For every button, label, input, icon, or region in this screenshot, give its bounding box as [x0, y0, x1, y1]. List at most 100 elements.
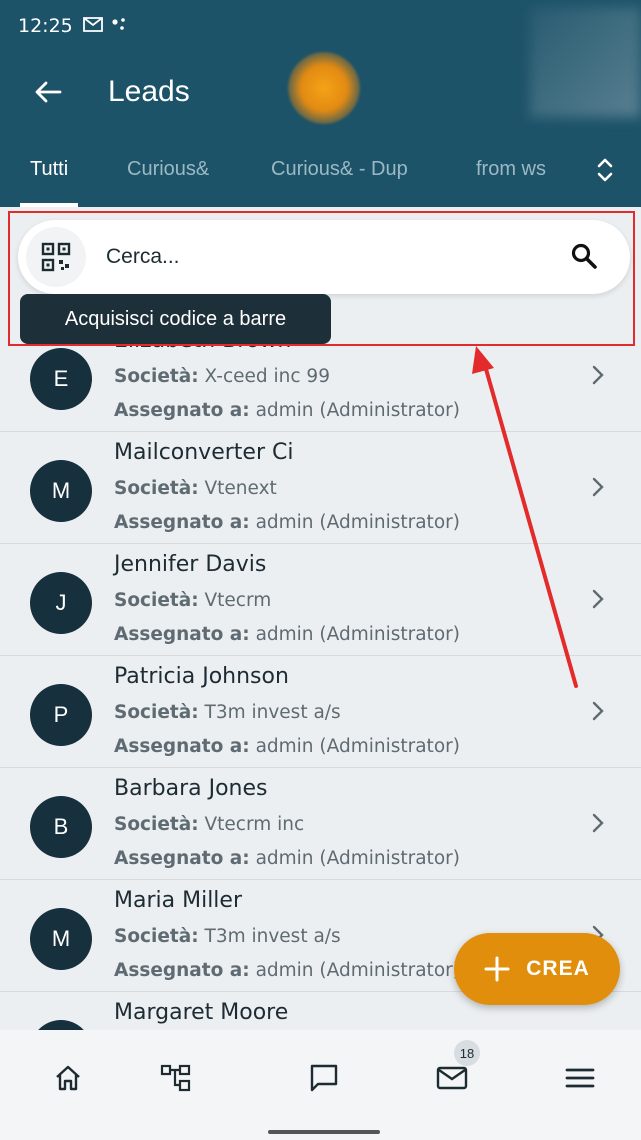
- app-bar: Leads: [0, 7, 641, 132]
- lead-name: Margaret Moore: [114, 1000, 289, 1025]
- tab-label: from ws: [476, 158, 546, 180]
- nav-menu[interactable]: [552, 1050, 608, 1106]
- nav-modules[interactable]: [148, 1050, 204, 1106]
- assigned-label: Assegnato a:: [114, 400, 250, 421]
- lead-assigned: Assegnato a: admin (Administrator): [114, 624, 460, 645]
- home-icon: [56, 1065, 80, 1091]
- company-value: T3m invest a/s: [204, 926, 341, 947]
- avatar: M: [30, 908, 92, 970]
- plus-icon: [484, 956, 510, 982]
- avatar: E: [30, 348, 92, 410]
- gesture-bar: [268, 1130, 380, 1134]
- assigned-value: admin (Administrator): [255, 624, 460, 645]
- avatar: M: [30, 460, 92, 522]
- tab-label: Tutti: [30, 158, 69, 180]
- lead-row[interactable]: P Patricia Johnson Società: T3m invest a/s…: [0, 656, 641, 768]
- tab-from-ws[interactable]: from ws: [476, 132, 546, 207]
- company-label: Società:: [114, 478, 199, 499]
- leads-list: EElizabeth BrownSocietà: X-ceed inc 99As…: [0, 320, 641, 1030]
- lead-company: Società: Vtenext: [114, 478, 277, 499]
- assigned-label: Assegnato a:: [114, 624, 250, 645]
- company-value: X-ceed inc 99: [204, 366, 330, 387]
- company-value: Vtenext: [204, 478, 277, 499]
- search-input[interactable]: [106, 245, 536, 269]
- tab-label: Curious&: [127, 158, 210, 180]
- tab-label: Curious& - Dup: [271, 158, 408, 180]
- avatar: B: [30, 796, 92, 858]
- tabs-expand-button[interactable]: [589, 150, 621, 190]
- lead-name: Barbara Jones: [114, 776, 268, 801]
- back-button[interactable]: [28, 72, 68, 112]
- hierarchy-icon: [160, 1064, 191, 1092]
- lead-row[interactable]: B Barbara Jones Società: Vtecrm inc Assegna…: [0, 768, 641, 880]
- lead-row[interactable]: J Jennifer Davis Società: Vtecrm Assegnato …: [0, 544, 641, 656]
- search-icon[interactable]: [570, 242, 598, 274]
- nav-messages[interactable]: [296, 1050, 352, 1106]
- lead-assigned: Assegnato a: admin (Administrator): [114, 400, 460, 421]
- status-time: 12:25: [18, 15, 73, 37]
- lead-row[interactable]: M Mailconverter Ci Società: Vtenext Assegna…: [0, 432, 641, 544]
- dots-icon: [111, 16, 129, 37]
- lead-company: Società: Vtecrm: [114, 590, 271, 611]
- filter-tabs: Tutti Curious& Curious& - Dup from ws: [0, 132, 641, 207]
- company-label: Società:: [114, 814, 199, 835]
- lead-name: Mailconverter Ci: [114, 440, 294, 465]
- lead-assigned: Assegnato a: admin (Administrator): [114, 960, 460, 981]
- assigned-value: admin (Administrator): [255, 512, 460, 533]
- lead-company: Società: T3m invest a/s: [114, 926, 341, 947]
- company-value: T3m invest a/s: [204, 702, 341, 723]
- lead-name: Maria Miller: [114, 888, 242, 913]
- chevron-right-icon: [592, 813, 604, 833]
- avatar: P: [30, 684, 92, 746]
- lead-assigned: Assegnato a: admin (Administrator): [114, 848, 460, 869]
- arrow-back-icon: [35, 81, 62, 103]
- assigned-label: Assegnato a:: [114, 848, 250, 869]
- unfold-icon: [597, 158, 613, 182]
- chat-icon: [310, 1064, 338, 1092]
- chevron-right-icon: [592, 589, 604, 609]
- blurred-corner-decoration: [530, 7, 641, 117]
- chevron-right-icon: [592, 477, 604, 497]
- tooltip-text: Acquisisci codice a barre: [64, 307, 287, 330]
- mail-icon: [436, 1066, 468, 1090]
- company-value: Vtecrm: [204, 590, 272, 611]
- lead-assigned: Assegnato a: admin (Administrator): [114, 736, 460, 757]
- assigned-value: admin (Administrator): [255, 400, 460, 421]
- lead-name: Jennifer Davis: [114, 552, 267, 577]
- assigned-label: Assegnato a:: [114, 960, 250, 981]
- company-label: Società:: [114, 926, 199, 947]
- avatar: M: [30, 1020, 92, 1030]
- lead-name: Patricia Johnson: [114, 664, 289, 689]
- company-label: Società:: [114, 590, 199, 611]
- chevron-right-icon: [592, 365, 604, 385]
- lead-company: Società: Vtecrm inc: [114, 814, 304, 835]
- hamburger-menu-icon: [565, 1068, 595, 1088]
- barcode-scan-button[interactable]: [26, 227, 86, 287]
- tab-curious[interactable]: Curious&: [127, 132, 209, 207]
- nav-mail[interactable]: 18: [424, 1040, 480, 1106]
- create-label: CREA: [526, 957, 590, 980]
- mail-count-badge: 18: [454, 1040, 480, 1066]
- tab-tutti[interactable]: Tutti: [20, 132, 79, 207]
- page-title: Leads: [108, 75, 190, 108]
- qr-code-icon: [41, 242, 71, 272]
- lead-company: Società: T3m invest a/s: [114, 702, 341, 723]
- blurred-blob-decoration: [288, 52, 360, 124]
- create-fab-button[interactable]: CREA: [454, 933, 620, 1005]
- gmail-icon: [82, 16, 103, 37]
- assigned-label: Assegnato a:: [114, 736, 250, 757]
- nav-home[interactable]: [40, 1050, 96, 1106]
- tab-curious-dup[interactable]: Curious& - Dup: [271, 132, 408, 207]
- barcode-tooltip: Acquisisci codice a barre: [20, 294, 331, 344]
- avatar: J: [30, 572, 92, 634]
- bottom-navigation: 18: [0, 1030, 641, 1140]
- lead-assigned: Assegnato a: admin (Administrator): [114, 512, 460, 533]
- lead-company: Società: X-ceed inc 99: [114, 366, 330, 387]
- assigned-value: admin (Administrator): [255, 848, 460, 869]
- company-value: Vtecrm inc: [204, 814, 305, 835]
- company-label: Società:: [114, 702, 199, 723]
- assigned-value: admin (Administrator): [255, 960, 460, 981]
- search-bar: [18, 220, 630, 294]
- assigned-value: admin (Administrator): [255, 736, 460, 757]
- company-label: Società:: [114, 366, 199, 387]
